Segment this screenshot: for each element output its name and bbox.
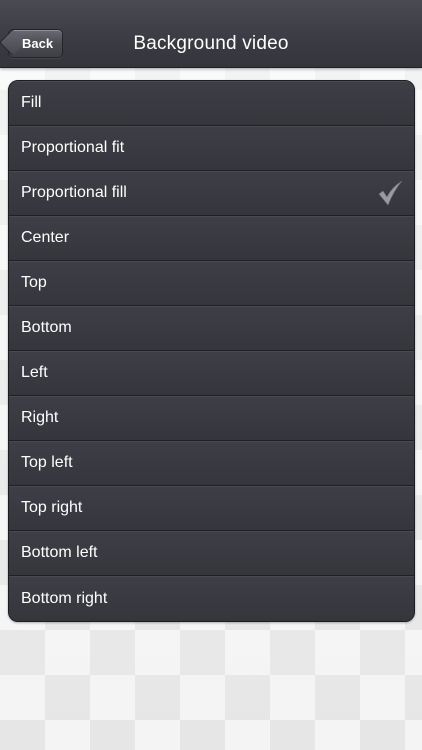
page-title: Background video — [133, 33, 289, 54]
option-label: Bottom left — [21, 544, 98, 561]
option-row-left[interactable]: Left — [9, 351, 414, 396]
option-row-top-left[interactable]: Top left — [9, 441, 414, 486]
option-row-top-right[interactable]: Top right — [9, 486, 414, 531]
option-label: Top — [21, 274, 47, 291]
option-label: Proportional fit — [21, 139, 125, 156]
options-list: Fill Proportional fit Proportional fill … — [8, 80, 415, 622]
option-row-proportional-fit[interactable]: Proportional fit — [9, 126, 414, 171]
option-row-top[interactable]: Top — [9, 261, 414, 306]
option-row-bottom-right[interactable]: Bottom right — [9, 576, 414, 621]
option-label: Proportional fill — [21, 184, 127, 201]
checkmark-icon — [378, 180, 403, 206]
option-row-bottom-left[interactable]: Bottom left — [9, 531, 414, 576]
option-row-center[interactable]: Center — [9, 216, 414, 261]
option-row-proportional-fill[interactable]: Proportional fill — [9, 171, 414, 216]
option-label: Top left — [21, 454, 73, 471]
option-row-bottom[interactable]: Bottom — [9, 306, 414, 351]
navigation-bar: Back Background video — [0, 0, 422, 68]
option-label: Fill — [21, 94, 42, 111]
option-label: Right — [21, 409, 59, 426]
option-label: Bottom — [21, 319, 72, 336]
option-label: Bottom right — [21, 589, 108, 607]
back-button-label: Back — [22, 36, 54, 51]
option-row-fill[interactable]: Fill — [9, 81, 414, 126]
option-label: Left — [21, 364, 48, 381]
option-label: Center — [21, 229, 70, 246]
option-row-right[interactable]: Right — [9, 396, 414, 441]
option-label: Top right — [21, 499, 83, 516]
